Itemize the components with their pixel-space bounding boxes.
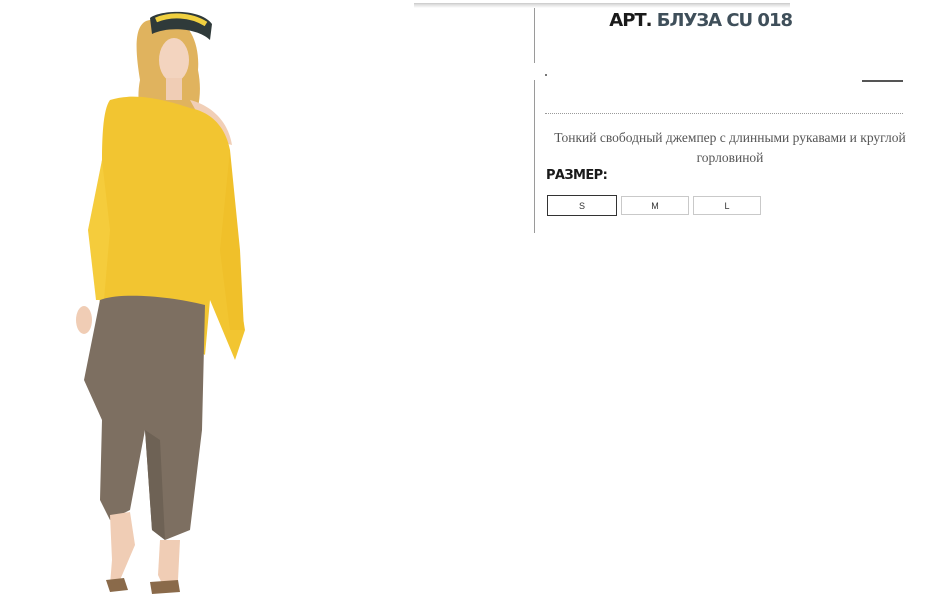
short-divider: [862, 80, 903, 82]
divider-dot: [545, 74, 547, 76]
dotted-divider: [545, 113, 903, 114]
model-illustration: [76, 11, 245, 594]
size-option-l[interactable]: L: [693, 196, 761, 215]
product-photo[interactable]: [40, 0, 270, 611]
product-title: АРТ. БЛУЗА CU 018: [600, 10, 793, 32]
title-name: БЛУЗА CU 018: [656, 10, 793, 31]
size-label: РАЗМЕР:: [546, 168, 608, 183]
size-option-s[interactable]: S: [547, 195, 617, 216]
size-option-m[interactable]: M: [621, 196, 689, 215]
top-divider: [414, 3, 790, 8]
size-selector: S M L: [547, 195, 761, 216]
title-prefix: АРТ.: [609, 10, 652, 31]
vertical-divider: [534, 80, 535, 233]
vertical-divider-top: [534, 8, 535, 63]
product-description: Тонкий свободный джемпер с длинными рука…: [554, 130, 906, 165]
